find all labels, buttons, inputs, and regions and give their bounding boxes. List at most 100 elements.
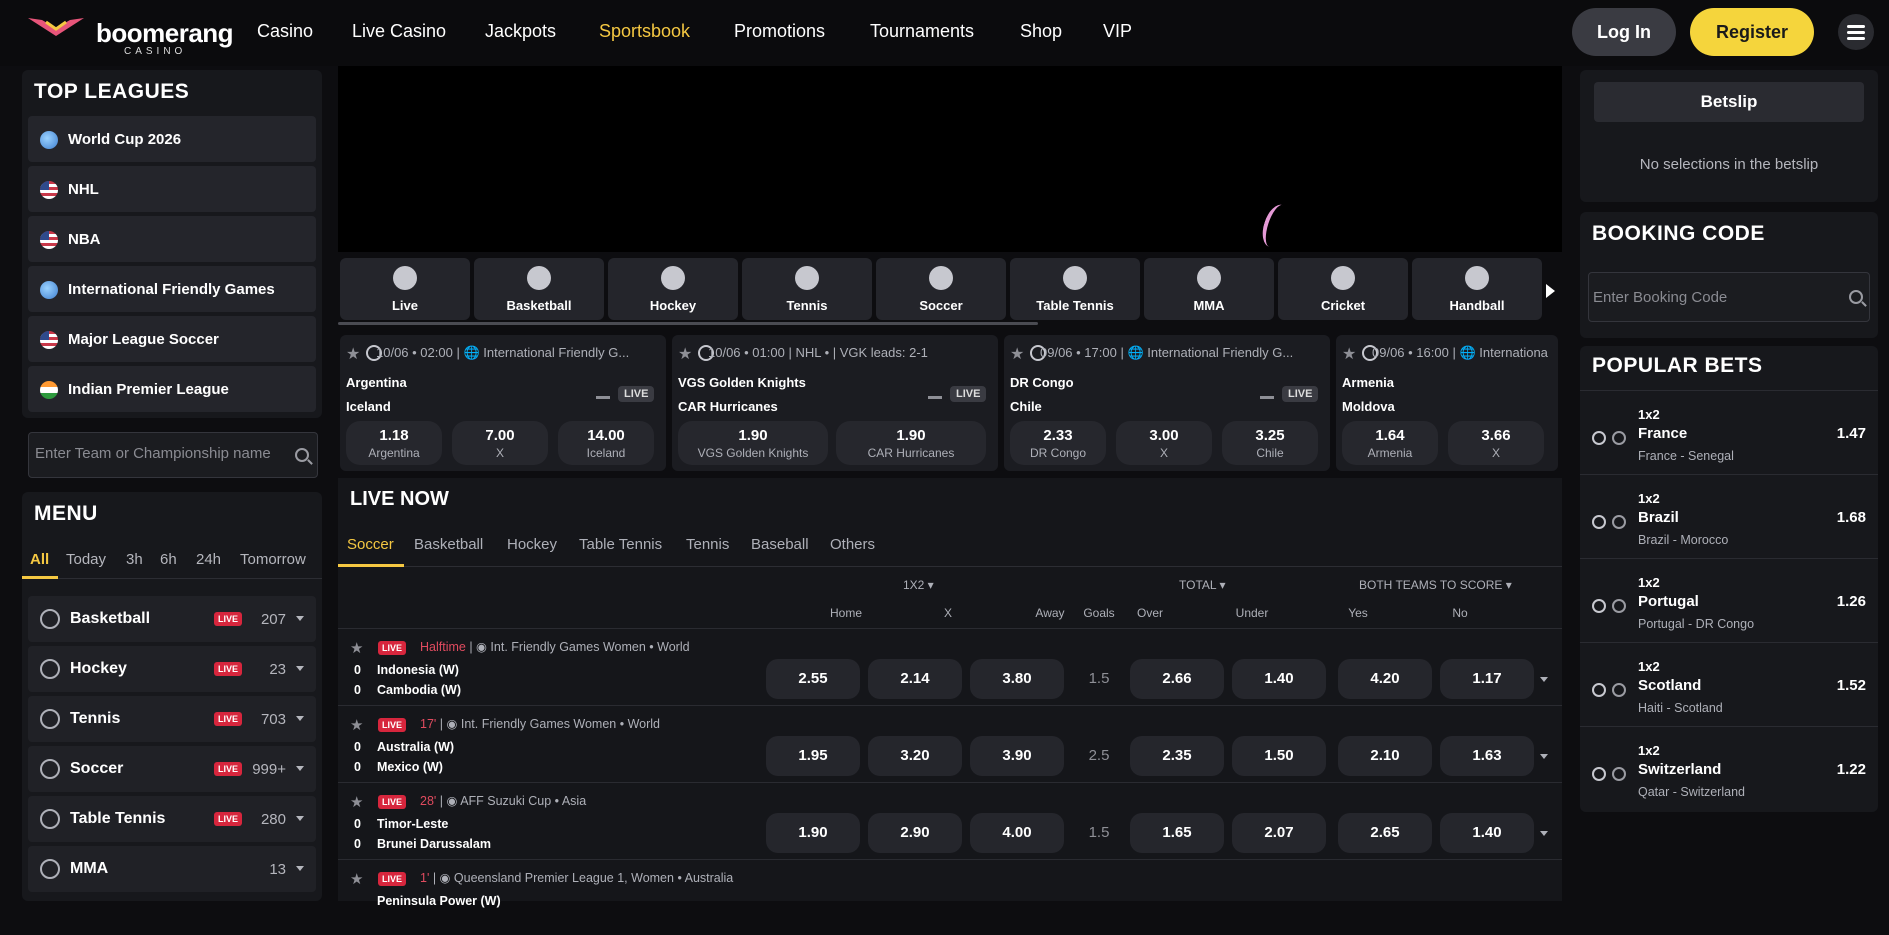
league-item[interactable]: NBA bbox=[28, 216, 316, 262]
popular-bet-item[interactable]: 1x2 Brazil Brazil - Morocco 1.68 bbox=[1580, 474, 1878, 558]
odds-button[interactable]: 3.20 bbox=[868, 736, 962, 776]
sport-item[interactable]: Basketball LIVE 207 bbox=[28, 596, 316, 642]
select-radio[interactable] bbox=[1592, 431, 1606, 445]
time-filter-3h[interactable]: 3h bbox=[126, 551, 143, 568]
odds-button[interactable]: 3.00 X bbox=[1116, 421, 1212, 465]
odds-button[interactable]: 2.55 bbox=[766, 659, 860, 699]
league-item[interactable]: NHL bbox=[28, 166, 316, 212]
favorite-star-icon[interactable]: ★ bbox=[350, 870, 363, 888]
chevron-down-icon[interactable] bbox=[296, 616, 304, 621]
popular-bet-item[interactable]: 1x2 France France - Senegal 1.47 bbox=[1580, 390, 1878, 474]
register-button[interactable]: Register bbox=[1690, 8, 1814, 56]
nav-tournaments[interactable]: Tournaments bbox=[870, 21, 974, 42]
time-filter-today[interactable]: Today bbox=[66, 551, 106, 568]
video-stream-area[interactable] bbox=[338, 66, 1562, 252]
chevron-down-icon[interactable] bbox=[296, 716, 304, 721]
expand-chevron-icon[interactable] bbox=[1540, 754, 1548, 759]
odds-button[interactable]: 1.40 bbox=[1232, 659, 1326, 699]
odds-button[interactable]: 2.90 bbox=[868, 813, 962, 853]
chevron-down-icon[interactable] bbox=[296, 816, 304, 821]
favorite-star-icon[interactable]: ★ bbox=[350, 716, 363, 734]
sport-tab[interactable]: Table Tennis bbox=[1010, 258, 1140, 320]
odds-button[interactable]: 7.00 X bbox=[452, 421, 548, 465]
live-tab-tennis[interactable]: Tennis bbox=[686, 536, 729, 553]
odds-button[interactable]: 2.65 bbox=[1338, 813, 1432, 853]
odds-button[interactable]: 2.33 DR Congo bbox=[1010, 421, 1106, 465]
featured-match-card[interactable]: ★ 10/06 • 02:00 | 🌐 International Friendl… bbox=[340, 335, 666, 471]
odds-button[interactable]: 3.90 bbox=[970, 736, 1064, 776]
chevron-down-icon[interactable] bbox=[296, 666, 304, 671]
event-row[interactable]: ★ LIVE 17' | ◉ Int. Friendly Games Women •… bbox=[338, 705, 1562, 781]
favorite-star-icon[interactable]: ★ bbox=[346, 344, 360, 364]
odds-button[interactable]: 1.17 bbox=[1440, 659, 1534, 699]
odds-button[interactable]: 1.95 bbox=[766, 736, 860, 776]
sport-item[interactable]: Hockey LIVE 23 bbox=[28, 646, 316, 692]
stats-icon[interactable] bbox=[596, 387, 610, 399]
odds-button[interactable]: 1.90 CAR Hurricanes bbox=[836, 421, 986, 465]
odds-button[interactable]: 1.65 bbox=[1130, 813, 1224, 853]
odds-button[interactable]: 2.07 bbox=[1232, 813, 1326, 853]
sport-tab[interactable]: Basketball bbox=[474, 258, 604, 320]
nav-promotions[interactable]: Promotions bbox=[734, 21, 825, 42]
betslip-tab[interactable]: Betslip bbox=[1594, 82, 1864, 122]
search-icon[interactable] bbox=[295, 448, 309, 462]
nav-vip[interactable]: VIP bbox=[1103, 21, 1132, 42]
sport-tab[interactable]: Live bbox=[340, 258, 470, 320]
odds-button[interactable]: 2.35 bbox=[1130, 736, 1224, 776]
odds-button[interactable]: 2.14 bbox=[868, 659, 962, 699]
odds-button[interactable]: 3.25 Chile bbox=[1222, 421, 1318, 465]
live-tab-table-tennis[interactable]: Table Tennis bbox=[579, 536, 662, 553]
odds-button[interactable]: 14.00 Iceland bbox=[558, 421, 654, 465]
search-icon[interactable] bbox=[1849, 290, 1863, 304]
featured-match-card[interactable]: ★ 10/06 • 01:00 | NHL • | VGK leads: 2-1 V… bbox=[672, 335, 998, 471]
league-item[interactable]: Indian Premier League bbox=[28, 366, 316, 412]
odds-button[interactable]: 1.90 bbox=[766, 813, 860, 853]
featured-match-card[interactable]: ★ 09/06 • 16:00 | 🌐 Internationa Armenia Mo… bbox=[1336, 335, 1558, 471]
league-item[interactable]: Major League Soccer bbox=[28, 316, 316, 362]
sport-item[interactable]: Soccer LIVE 999+ bbox=[28, 746, 316, 792]
live-tab-hockey[interactable]: Hockey bbox=[507, 536, 557, 553]
popular-bet-item[interactable]: 1x2 Switzerland Qatar - Switzerland 1.22 bbox=[1580, 726, 1878, 810]
team-search-field[interactable] bbox=[28, 432, 318, 478]
sport-tab[interactable]: Soccer bbox=[876, 258, 1006, 320]
event-row[interactable]: ★ LIVE 28' | ◉ AFF Suzuki Cup • Asia 0 0 Timo… bbox=[338, 782, 1562, 858]
odds-button[interactable]: 4.20 bbox=[1338, 659, 1432, 699]
event-row[interactable]: ★ LIVE Halftime | ◉ Int. Friendly Games Wo… bbox=[338, 628, 1562, 704]
odds-button[interactable]: 1.90 VGS Golden Knights bbox=[678, 421, 828, 465]
sport-tab[interactable]: Handball bbox=[1412, 258, 1542, 320]
time-filter-tomorrow[interactable]: Tomorrow bbox=[240, 551, 306, 568]
event-row[interactable]: ★ LIVE 1' | ◉ Queensland Premier League 1,… bbox=[338, 859, 1562, 935]
time-filter-24h[interactable]: 24h bbox=[196, 551, 221, 568]
odds-button[interactable]: 1.63 bbox=[1440, 736, 1534, 776]
hamburger-menu-icon[interactable] bbox=[1838, 14, 1874, 50]
favorite-star-icon[interactable]: ★ bbox=[1010, 344, 1024, 364]
nav-sportsbook[interactable]: Sportsbook bbox=[599, 21, 690, 42]
odds-button[interactable]: 2.66 bbox=[1130, 659, 1224, 699]
sport-tab[interactable]: Cricket bbox=[1278, 258, 1408, 320]
time-filter-all[interactable]: All bbox=[30, 551, 49, 568]
expand-chevron-icon[interactable] bbox=[1540, 677, 1548, 682]
select-radio[interactable] bbox=[1592, 767, 1606, 781]
market-total-header[interactable]: TOTAL ▾ bbox=[1179, 578, 1225, 592]
odds-button[interactable]: 1.18 Argentina bbox=[346, 421, 442, 465]
sport-tab[interactable]: Tennis bbox=[742, 258, 872, 320]
sport-item[interactable]: Tennis LIVE 703 bbox=[28, 696, 316, 742]
odds-button[interactable]: 2.10 bbox=[1338, 736, 1432, 776]
live-tab-others[interactable]: Others bbox=[830, 536, 875, 553]
favorite-star-icon[interactable]: ★ bbox=[350, 793, 363, 811]
select-radio[interactable] bbox=[1592, 599, 1606, 613]
horizontal-scrollbar[interactable] bbox=[338, 322, 1038, 325]
odds-button[interactable]: 3.66 X bbox=[1448, 421, 1544, 465]
popular-bet-item[interactable]: 1x2 Scotland Haiti - Scotland 1.52 bbox=[1580, 642, 1878, 726]
chevron-down-icon[interactable] bbox=[296, 766, 304, 771]
live-tab-baseball[interactable]: Baseball bbox=[751, 536, 809, 553]
live-tab-basketball[interactable]: Basketball bbox=[414, 536, 483, 553]
nav-jackpots[interactable]: Jackpots bbox=[485, 21, 556, 42]
select-radio[interactable] bbox=[1592, 683, 1606, 697]
nav-casino[interactable]: Casino bbox=[257, 21, 313, 42]
featured-match-card[interactable]: ★ 09/06 • 17:00 | 🌐 International Friendl… bbox=[1004, 335, 1330, 471]
favorite-star-icon[interactable]: ★ bbox=[1342, 344, 1356, 364]
brand-logo[interactable]: boomerang CASINO bbox=[26, 12, 234, 57]
sport-tab[interactable]: Hockey bbox=[608, 258, 738, 320]
scroll-right-arrow-icon[interactable] bbox=[1546, 284, 1555, 298]
